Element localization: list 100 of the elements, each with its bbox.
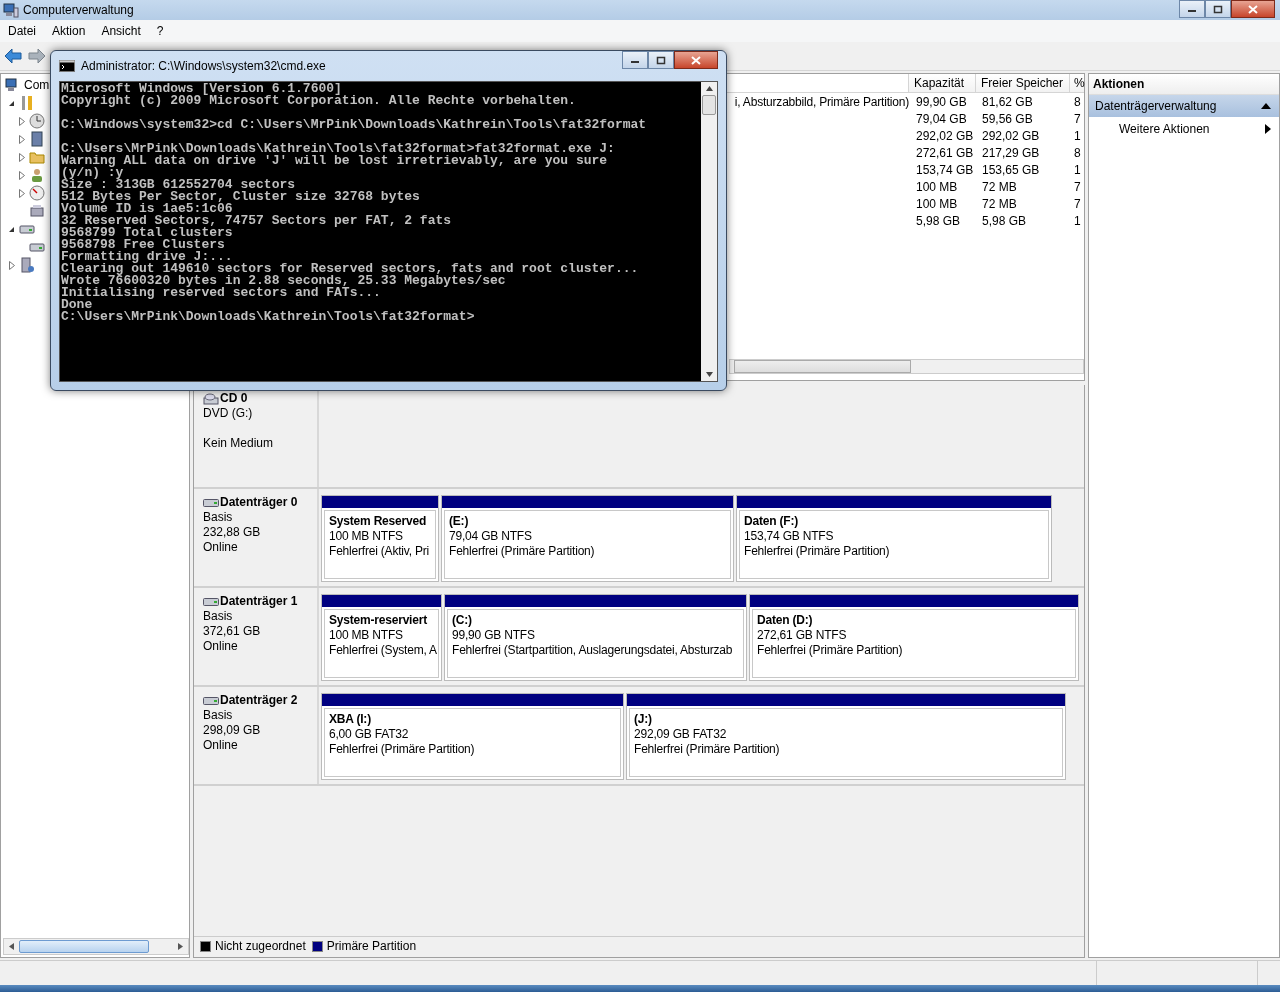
optical-drive-icon: [203, 392, 219, 405]
console-line: Microsoft Windows [Version 6.1.7600]: [61, 83, 342, 95]
table-cell-text: 153,74 GB: [915, 162, 975, 177]
partition-status: Fehlerfrei (System, A: [329, 643, 438, 658]
column-header[interactable]: Freier Speicher: [975, 74, 1069, 92]
console-line: 9568799 Total clusters: [61, 227, 233, 239]
partition-title: System Reserved: [329, 514, 428, 529]
column-header[interactable]: Kapazität: [908, 74, 975, 92]
partition-size: 292,09 GB FAT32: [634, 727, 728, 742]
back-icon[interactable]: [4, 48, 22, 64]
table-cell-text: 5,98 GB: [915, 213, 962, 228]
scroll-thumb[interactable]: [734, 360, 911, 373]
horizontal-scrollbar[interactable]: [729, 359, 1084, 374]
disk-size: 232,88 GB: [203, 525, 262, 540]
expanded-arrow-icon[interactable]: [8, 225, 15, 233]
partition-block[interactable]: System-reserviert 100 MB NTFS Fehlerfrei (System, A: [321, 594, 442, 681]
drive-icon: [203, 695, 219, 706]
table-cell-text: 59,56 GB: [981, 111, 1034, 126]
partition-block[interactable]: (J:) 292,09 GB FAT32 Fehlerfrei (Primäre Partition): [626, 693, 1066, 780]
disk-status: Kein Medium: [203, 436, 275, 451]
partition-block[interactable]: (E:) 79,04 GB NTFS Fehlerfrei (Primäre Partition): [441, 495, 734, 582]
disk-name: Datenträger 0: [220, 495, 298, 510]
disk-type: DVD (G:): [203, 406, 254, 421]
horizontal-scrollbar[interactable]: [3, 938, 189, 955]
table-cell-text: 81,62 GB: [981, 94, 1034, 109]
partition-title: (J:): [634, 712, 653, 727]
scroll-right-icon[interactable]: [178, 943, 183, 950]
drive-icon: [203, 596, 219, 607]
scroll-thumb[interactable]: [702, 95, 716, 115]
window-title: Computerverwaltung: [23, 3, 134, 17]
server-icon: [19, 257, 35, 273]
maximize-button[interactable]: [648, 51, 674, 69]
partition-status: Fehlerfrei (Startpartition, Auslagerungsdatei, Absturzab: [452, 643, 734, 658]
table-cell-text: 72 MB: [981, 196, 1018, 211]
scroll-down-icon[interactable]: [705, 372, 713, 377]
computer-icon: [3, 2, 19, 18]
console-line: Formatting drive J:...: [61, 251, 233, 263]
console-line: Copyright (c) 2009 Microsoft Corporation. Alle Rechte vorbehalten.: [61, 95, 576, 107]
partition-block[interactable]: (C:) 99,90 GB NTFS Fehlerfrei (Startpartition, Auslagerungsdatei, Absturzab: [444, 594, 747, 681]
minimize-button[interactable]: [1179, 0, 1205, 18]
column-header[interactable]: %: [1069, 74, 1084, 92]
table-cell-text: 7: [1073, 196, 1082, 211]
table-cell-text: 7: [1073, 179, 1082, 194]
console-icon: [59, 60, 75, 72]
console-line: Clearing out 149610 sectors for Reserved sectors, fats and root cluster...: [61, 263, 639, 275]
scroll-left-icon[interactable]: [9, 943, 14, 950]
console-line: Wrote 76600320 bytes in 2.88 seconds, 25.33 Megabytes/sec: [61, 275, 506, 287]
collapsed-arrow-icon[interactable]: [18, 188, 25, 198]
collapsed-arrow-icon[interactable]: [8, 260, 15, 270]
table-cell-text: 79,04 GB: [915, 111, 968, 126]
console-line: Done: [61, 299, 93, 311]
collapsed-arrow-icon[interactable]: [18, 152, 25, 162]
action-section[interactable]: Datenträgerverwaltung: [1089, 95, 1279, 117]
partition-size: 99,90 GB NTFS: [452, 628, 536, 643]
disk-name: Datenträger 2: [220, 693, 298, 708]
console-line: 9568798 Free Clusters: [61, 239, 225, 251]
table-cell-text: 8: [1073, 94, 1082, 109]
partition-block[interactable]: Daten (F:) 153,74 GB NTFS Fehlerfrei (Primäre Partition): [736, 495, 1052, 582]
table-cell-text: 1: [1073, 128, 1082, 143]
scroll-up-icon[interactable]: [705, 86, 713, 91]
table-cell-text: 1: [1073, 162, 1082, 177]
minimize-button[interactable]: [622, 51, 648, 69]
partition-status: Fehlerfrei (Primäre Partition): [329, 742, 476, 757]
partition-block[interactable]: XBA (I:) 6,00 GB FAT32 Fehlerfrei (Primäre Partition): [321, 693, 624, 780]
table-cell-text: 292,02 GB: [915, 128, 975, 143]
partition-block[interactable]: Daten (D:) 272,61 GB NTFS Fehlerfrei (Primäre Partition): [749, 594, 1079, 681]
clock-icon: [29, 113, 45, 129]
partition-status: Fehlerfrei (Primäre Partition): [757, 643, 904, 658]
action-link[interactable]: Weitere Aktionen: [1119, 122, 1210, 136]
partition-block[interactable]: System Reserved 100 MB NTFS Fehlerfrei (Aktiv, Pri: [321, 495, 439, 582]
console-line: Initialising reserved sectors and FATs...: [61, 287, 381, 299]
console-line: C:\Users\MrPink\Downloads\Kathrein\Tools\fat32format>fat32format.exe J:: [61, 143, 615, 155]
disk-type: Basis: [203, 609, 234, 624]
partition-status: Fehlerfrei (Primäre Partition): [449, 544, 596, 559]
partition-size: 272,61 GB NTFS: [757, 628, 848, 643]
forward-icon[interactable]: [28, 48, 46, 64]
disk-size: 298,09 GB: [203, 723, 262, 738]
table-cell-text: 217,29 GB: [981, 145, 1041, 160]
partition-title: XBA (I:): [329, 712, 372, 727]
partition-status: Fehlerfrei (Aktiv, Pri: [329, 544, 431, 559]
partition-status: Fehlerfrei (Primäre Partition): [634, 742, 781, 757]
expanded-arrow-icon[interactable]: [8, 99, 15, 107]
maximize-button[interactable]: [1205, 0, 1231, 18]
collapsed-arrow-icon[interactable]: [18, 134, 25, 144]
tree-item[interactable]: Com: [24, 78, 50, 92]
close-button[interactable]: [674, 51, 718, 69]
disk-type: Basis: [203, 510, 234, 525]
table-cell: i, Absturzabbild, Primäre Partition): [734, 94, 909, 109]
menu-item[interactable]: ?: [148, 24, 172, 38]
collapse-arrow-icon[interactable]: [1261, 103, 1271, 109]
menu-item[interactable]: Aktion: [44, 24, 94, 38]
close-button[interactable]: [1231, 0, 1275, 18]
collapsed-arrow-icon[interactable]: [18, 116, 25, 126]
collapsed-arrow-icon[interactable]: [18, 170, 25, 180]
scroll-thumb[interactable]: [19, 940, 149, 953]
menu-item[interactable]: Datei: [0, 24, 44, 38]
disk-status: Online: [203, 540, 239, 555]
vertical-scrollbar[interactable]: [701, 82, 717, 381]
submenu-arrow-icon: [1265, 124, 1271, 134]
menu-item[interactable]: Ansicht: [93, 24, 149, 38]
